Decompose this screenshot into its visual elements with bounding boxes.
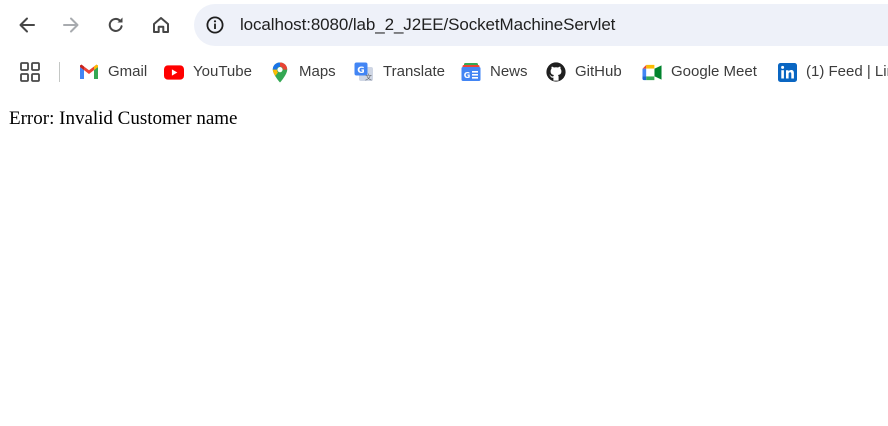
bookmark-maps[interactable]: Maps xyxy=(270,60,336,84)
forward-button[interactable] xyxy=(53,7,89,43)
svg-text:G: G xyxy=(357,66,364,76)
bookmark-google-meet[interactable]: Google Meet xyxy=(642,60,757,84)
arrow-right-icon xyxy=(63,17,79,33)
arrow-left-icon xyxy=(19,17,35,33)
info-icon xyxy=(206,16,224,34)
error-message: Error: Invalid Customer name xyxy=(9,108,238,129)
home-button[interactable] xyxy=(143,7,179,43)
bookmark-gmail[interactable]: Gmail xyxy=(79,60,147,84)
bookmark-label: News xyxy=(490,63,528,80)
reload-icon xyxy=(108,17,123,32)
apps-button[interactable] xyxy=(19,61,41,83)
home-icon xyxy=(153,17,169,33)
gmail-icon xyxy=(79,62,99,82)
bookmark-label: (1) Feed | Lin xyxy=(806,63,888,80)
bookmarks-bar: Gmail YouTube Maps G 文 Translate G News … xyxy=(0,54,888,90)
bookmark-label: Maps xyxy=(299,63,336,80)
browser-toolbar: localhost:8080/lab_2_J2EE/SocketMachineS… xyxy=(0,0,888,50)
meet-icon xyxy=(642,62,662,82)
bookmark-translate[interactable]: G 文 Translate xyxy=(354,60,445,84)
bookmark-news[interactable]: G News xyxy=(461,60,528,84)
linkedin-icon xyxy=(777,62,797,82)
bookmark-label: Translate xyxy=(383,63,445,80)
bookmark-linkedin-feed[interactable]: (1) Feed | Lin xyxy=(777,60,888,84)
address-bar[interactable]: localhost:8080/lab_2_J2EE/SocketMachineS… xyxy=(194,4,888,46)
youtube-icon xyxy=(164,62,184,82)
bookmark-label: GitHub xyxy=(575,63,622,80)
apps-grid-icon xyxy=(20,62,40,82)
maps-icon xyxy=(270,62,290,82)
svg-text:G: G xyxy=(464,71,471,80)
news-icon: G xyxy=(461,62,481,82)
bookmark-youtube[interactable]: YouTube xyxy=(164,60,252,84)
svg-text:文: 文 xyxy=(365,73,372,82)
bookmark-github[interactable]: GitHub xyxy=(546,60,622,84)
bookmark-label: YouTube xyxy=(193,63,252,80)
bookmark-label: Gmail xyxy=(108,63,148,80)
github-icon xyxy=(546,62,566,82)
bookmark-label: Google Meet xyxy=(671,63,757,80)
reload-button[interactable] xyxy=(98,7,134,43)
translate-icon: G 文 xyxy=(354,62,374,82)
bookmarks-divider xyxy=(59,62,60,82)
back-button[interactable] xyxy=(9,7,45,43)
url-text[interactable]: localhost:8080/lab_2_J2EE/SocketMachineS… xyxy=(240,16,615,34)
site-info-button[interactable] xyxy=(201,11,229,39)
